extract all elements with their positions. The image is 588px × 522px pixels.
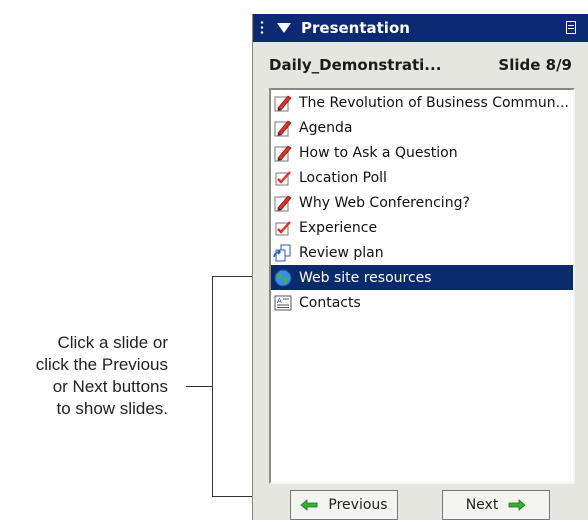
slide-list-item[interactable]: Location Poll [271, 165, 573, 190]
presentation-file-name: Daily_Demonstrati... [269, 56, 442, 74]
collapse-triangle-icon[interactable] [277, 23, 291, 33]
slide-title: How to Ask a Question [299, 144, 458, 161]
poll-check-icon [273, 218, 293, 238]
panel-title-bar: Presentation [253, 14, 588, 42]
navigation-buttons: Previous Next [253, 490, 588, 522]
slide-title: Experience [299, 219, 378, 236]
arrow-right-icon [508, 499, 526, 511]
arrow-left-icon [300, 499, 318, 511]
slide-list-item[interactable]: Why Web Conferencing? [271, 190, 573, 215]
slide-list-item[interactable]: Agenda [271, 115, 573, 140]
slide-edit-icon [273, 118, 293, 138]
next-button[interactable]: Next [442, 490, 550, 520]
slide-list-item[interactable]: Review plan [271, 240, 573, 265]
callout-line: to show slides. [56, 399, 169, 418]
slide-list-item[interactable]: How to Ask a Question [271, 140, 573, 165]
slide-title: Why Web Conferencing? [299, 194, 470, 211]
slide-list-item[interactable]: A Contacts [271, 290, 573, 315]
previous-button-label: Previous [328, 497, 388, 513]
previous-button[interactable]: Previous [290, 490, 398, 520]
callout-line: Click a slide or [57, 333, 168, 352]
slide-title: The Revolution of Business Commun... [299, 94, 569, 111]
sync-pages-icon [273, 243, 293, 263]
slide-title: Location Poll [299, 169, 387, 186]
callout-bracket-connector [186, 386, 212, 387]
slide-edit-icon [273, 193, 293, 213]
svg-text:A: A [277, 297, 282, 305]
contact-card-icon: A [273, 293, 293, 313]
presentation-panel: Presentation Daily_Demonstrati... Slide … [252, 14, 588, 520]
slide-indicator: Slide 8/9 [498, 56, 572, 74]
panel-title: Presentation [301, 19, 410, 37]
callout-line: click the Previous [35, 355, 168, 374]
callout-bracket-vertical [212, 276, 213, 496]
slide-edit-icon [273, 143, 293, 163]
poll-check-icon [273, 168, 293, 188]
slide-title: Contacts [299, 294, 361, 311]
slide-edit-icon [273, 93, 293, 113]
slide-list-item[interactable]: Experience [271, 215, 573, 240]
slide-list-item[interactable]: The Revolution of Business Commun... [271, 90, 573, 115]
instruction-callout: Click a slide or click the Previous or N… [0, 332, 168, 420]
slide-list[interactable]: The Revolution of Business Commun... Age… [269, 88, 575, 484]
drag-grip-icon[interactable] [259, 20, 265, 36]
presentation-info: Daily_Demonstrati... Slide 8/9 [269, 56, 572, 78]
slide-list-item-selected[interactable]: Web site resources [271, 265, 573, 290]
next-button-label: Next [465, 497, 499, 513]
callout-line: or Next buttons [52, 377, 168, 396]
globe-icon [273, 268, 293, 288]
panel-menu-icon[interactable] [566, 21, 576, 34]
slide-title: Agenda [299, 119, 353, 136]
slide-title: Web site resources [299, 269, 432, 286]
slide-title: Review plan [299, 244, 384, 261]
